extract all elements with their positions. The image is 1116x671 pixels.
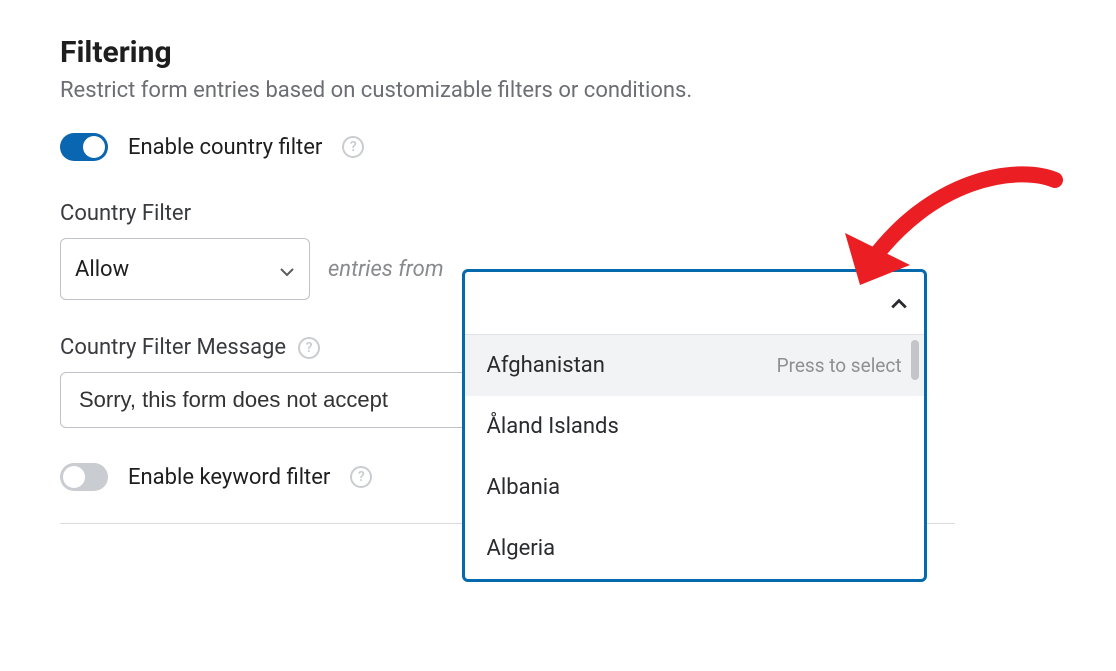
dropdown-item-hint: Press to select — [777, 354, 902, 377]
dropdown-item-label: Åland Islands — [487, 414, 619, 439]
enable-country-filter-toggle[interactable] — [60, 133, 108, 161]
dropdown-item[interactable]: Albania — [465, 457, 924, 518]
dropdown-item-label: Algeria — [487, 536, 556, 561]
entries-from-text: entries from — [328, 257, 444, 282]
enable-country-filter-label: Enable country filter — [128, 135, 322, 160]
help-icon[interactable]: ? — [298, 337, 320, 359]
section-description: Restrict form entries based on customiza… — [60, 78, 1056, 103]
scrollbar-thumb[interactable] — [911, 340, 919, 380]
dropdown-item[interactable]: Algeria — [465, 518, 924, 579]
country-filter-message-input[interactable] — [60, 372, 500, 428]
country-select: Afghanistan Press to select Åland Island… — [462, 269, 927, 582]
country-filter-field-label: Country Filter — [60, 201, 1056, 226]
dropdown-item-label: Albania — [487, 475, 561, 500]
country-filter-row: Allow entries from Afghanistan Press to … — [60, 238, 1056, 300]
chevron-down-icon — [279, 261, 295, 277]
enable-keyword-filter-toggle[interactable] — [60, 463, 108, 491]
section-title: Filtering — [60, 35, 1056, 70]
filter-mode-value: Allow — [75, 257, 129, 282]
help-icon[interactable]: ? — [350, 466, 372, 488]
message-label-text: Country Filter Message — [60, 335, 286, 360]
dropdown-item[interactable]: Åland Islands — [465, 396, 924, 457]
country-select-header[interactable] — [465, 272, 924, 334]
enable-keyword-filter-label: Enable keyword filter — [128, 465, 330, 490]
help-icon[interactable]: ? — [342, 136, 364, 158]
dropdown-item-label: Afghanistan — [487, 353, 605, 378]
country-filter-toggle-row: Enable country filter ? — [60, 133, 1056, 161]
filter-mode-select[interactable]: Allow — [60, 238, 310, 300]
country-filter-label-text: Country Filter — [60, 201, 191, 226]
toggle-knob — [63, 466, 85, 488]
toggle-knob — [83, 136, 105, 158]
country-dropdown-list: Afghanistan Press to select Åland Island… — [465, 334, 924, 579]
dropdown-item[interactable]: Afghanistan Press to select — [465, 335, 924, 396]
chevron-up-icon — [890, 295, 906, 311]
scrollbar[interactable] — [911, 340, 919, 630]
